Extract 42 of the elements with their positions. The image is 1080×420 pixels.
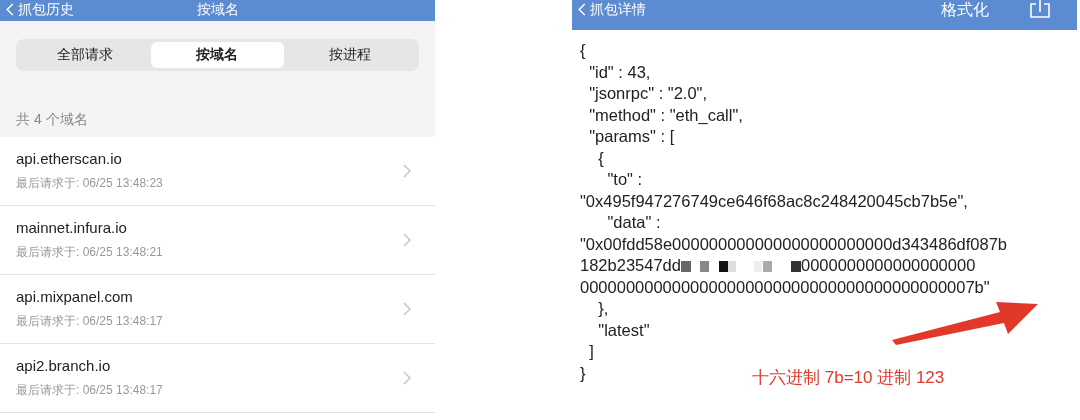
domain-host: api.etherscan.io xyxy=(16,150,123,167)
last-request-time: 最后请求于: 06/25 13:48:23 xyxy=(16,175,164,192)
code-line: "latest" xyxy=(597,319,650,341)
domain-row[interactable]: api.mixpanel.com 最后请求于: 06/25 13:48:17 xyxy=(0,275,435,344)
domain-host: api2.branch.io xyxy=(16,357,112,374)
code-line: ] xyxy=(588,341,594,362)
domain-host: mainnet.infura.io xyxy=(16,219,128,236)
chevron-icon xyxy=(403,302,411,316)
annotation-text: 十六进制 7b=10 进制 123 xyxy=(752,367,945,389)
code-line: { xyxy=(597,147,604,169)
code-line: "jsonrpc" : "2.0", xyxy=(588,83,708,104)
back-icon xyxy=(578,2,586,16)
back-icon xyxy=(6,2,14,16)
code-line: "0x495f947276749ce646f68ac8c248420045cb7b5e", xyxy=(580,190,968,212)
domain-row[interactable]: mainnet.infura.io 最后请求于: 06/25 13:48:21 xyxy=(0,206,435,275)
domain-host: api.mixpanel.com xyxy=(16,288,134,305)
last-request-time: 最后请求于: 06/25 13:48:17 xyxy=(16,313,164,330)
chevron-icon xyxy=(403,233,411,247)
screen-title: 按域名 xyxy=(196,1,239,17)
segment-tab[interactable]: 按进程 xyxy=(283,42,416,68)
code-line: 0000000000000000000 xyxy=(800,255,976,276)
segment-tab[interactable]: 按域名 xyxy=(151,42,284,68)
code-line: 0000000000000000000000000000000000000000007b" xyxy=(580,276,990,298)
code-line: "id" : 43, xyxy=(588,61,651,83)
code-line: "0x00fdd58e000000000000000000000000d343486df087b xyxy=(580,233,1008,255)
segment-tab[interactable]: 全部请求 xyxy=(19,42,152,68)
chevron-icon xyxy=(403,371,411,385)
code-line: { xyxy=(580,40,586,61)
code-line: 182b23547dd xyxy=(580,255,681,276)
code-line: "to" : xyxy=(606,169,643,190)
domain-row[interactable]: api2.branch.io 最后请求于: 06/25 13:48:17 xyxy=(0,344,435,413)
domain-row[interactable]: api.etherscan.io 最后请求于: 06/25 13:48:23 xyxy=(0,137,435,206)
chevron-icon xyxy=(403,164,411,178)
share-icon[interactable] xyxy=(1029,0,1051,18)
code-line: "params" : [ xyxy=(588,126,675,147)
code-line: "data" : xyxy=(606,212,661,233)
code-line: "method" : "eth_call", xyxy=(588,104,743,126)
last-request-time: 最后请求于: 06/25 13:48:21 xyxy=(16,244,164,261)
domain-count: 共 4 个域名 xyxy=(16,111,89,129)
code-line: } xyxy=(580,362,586,384)
code-line: }, xyxy=(597,298,609,319)
last-request-time: 最后请求于: 06/25 13:48:17 xyxy=(16,382,164,399)
